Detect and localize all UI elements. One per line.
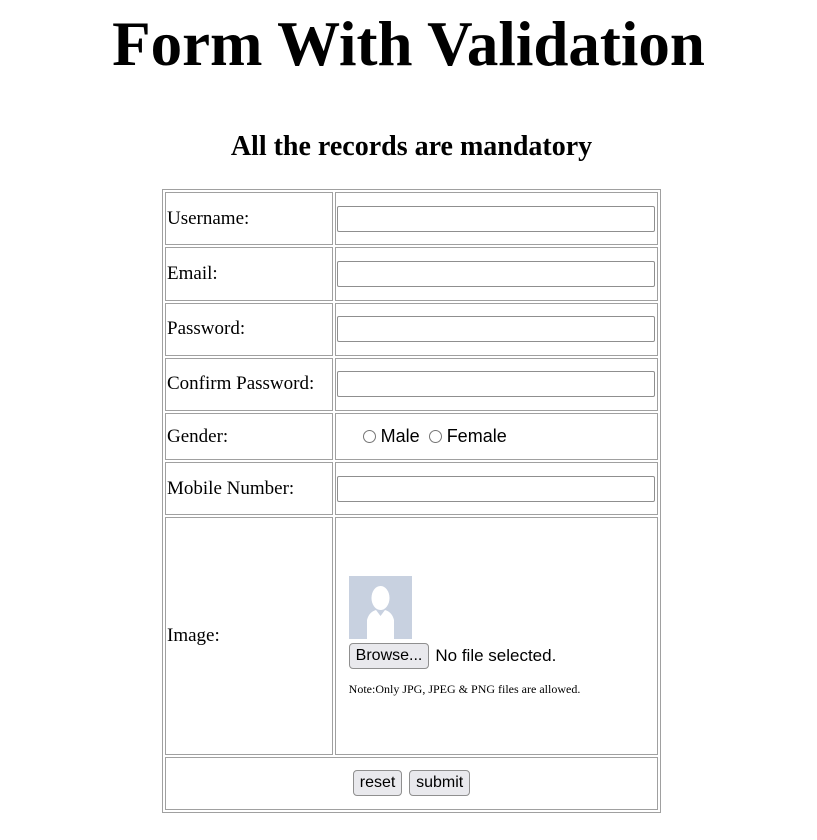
confirm-password-cell (334, 357, 658, 411)
form-row-username: Username: (165, 192, 658, 246)
form-row-email: Email: (165, 247, 658, 301)
gender-options: Male Female (337, 426, 656, 447)
image-label: Image: (165, 517, 333, 755)
avatar-placeholder-icon (348, 575, 412, 639)
username-label: Username: (165, 192, 333, 246)
mobile-input[interactable] (336, 475, 655, 502)
submit-button[interactable]: submit (409, 770, 471, 797)
email-label: Email: (165, 247, 333, 301)
file-type-note: Note:Only JPG, JPEG & PNG files are allo… (348, 681, 581, 696)
gender-option-female[interactable]: Female (428, 426, 507, 447)
form-row-confirm-password: Confirm Password: (165, 357, 658, 411)
password-label: Password: (165, 302, 333, 356)
male-radio[interactable] (362, 430, 376, 444)
form-row-password: Password: (165, 302, 658, 356)
image-upload: Browse... No file selected. Note:Only JP… (337, 575, 656, 697)
email-cell (334, 247, 658, 301)
page-subtitle: All the records are mandatory (230, 131, 593, 162)
female-label: Female (446, 426, 507, 447)
gender-cell: Male Female (334, 413, 658, 461)
mobile-label: Mobile Number: (165, 462, 333, 516)
form-row-buttons: reset submit (165, 756, 658, 810)
gender-label: Gender: (165, 413, 333, 461)
male-label: Male (380, 426, 420, 447)
username-cell (334, 192, 658, 246)
registration-form: Username: Email: Password: Confirm Passw… (162, 189, 661, 813)
email-input[interactable] (336, 260, 655, 287)
image-cell: Browse... No file selected. Note:Only JP… (334, 517, 658, 755)
file-status: No file selected. (435, 645, 557, 665)
browse-button[interactable]: Browse... (348, 642, 430, 669)
mobile-cell (334, 462, 658, 516)
username-input[interactable] (336, 205, 655, 232)
confirm-password-label: Confirm Password: (165, 357, 333, 411)
gender-option-male[interactable]: Male (362, 426, 420, 447)
password-input[interactable] (336, 316, 655, 343)
form-row-mobile: Mobile Number: (165, 462, 658, 516)
form-row-gender: Gender: Male Female (165, 413, 658, 461)
buttons-cell: reset submit (165, 756, 658, 810)
reset-button[interactable]: reset (352, 770, 403, 797)
confirm-password-input[interactable] (336, 371, 655, 398)
female-radio[interactable] (428, 430, 442, 444)
file-input: Browse... No file selected. (348, 642, 656, 669)
password-cell (334, 302, 658, 356)
form-row-image: Image: Browse... No file selected. Note:… (165, 517, 658, 755)
page-title: Form With Validation (112, 9, 705, 79)
